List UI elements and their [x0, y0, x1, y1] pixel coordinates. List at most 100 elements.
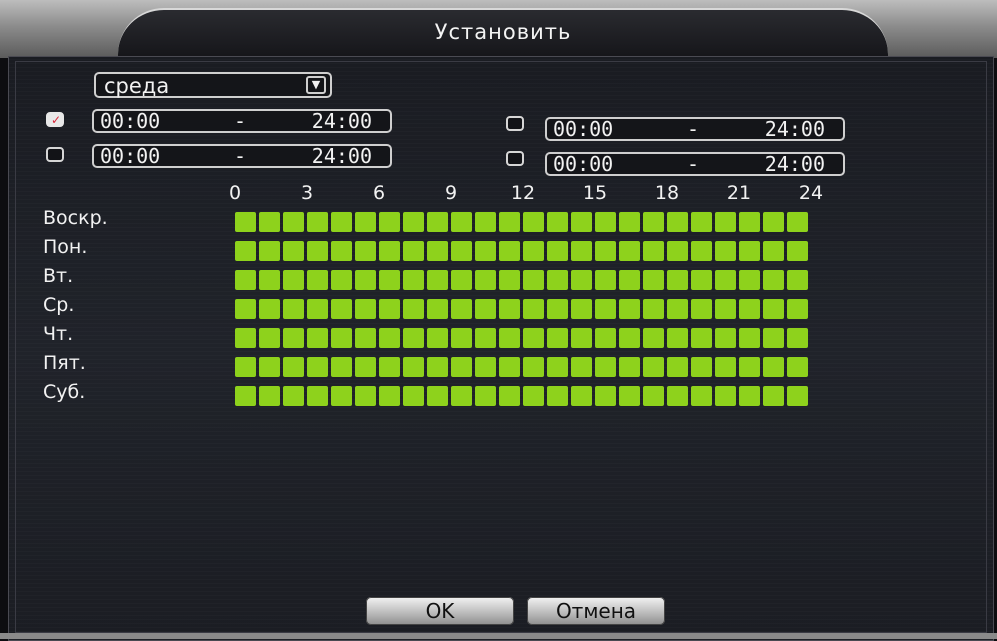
- schedule-slot[interactable]: [259, 357, 280, 377]
- schedule-slot[interactable]: [283, 212, 304, 232]
- schedule-slot[interactable]: [331, 270, 352, 290]
- schedule-slot[interactable]: [427, 386, 448, 406]
- day-select[interactable]: среда ▼: [94, 72, 332, 98]
- schedule-slot[interactable]: [451, 270, 472, 290]
- period-3-field[interactable]: 00:00 - 24:00: [545, 117, 845, 141]
- schedule-slot[interactable]: [667, 328, 688, 348]
- schedule-slot[interactable]: [643, 328, 664, 348]
- schedule-slot[interactable]: [523, 212, 544, 232]
- schedule-slot[interactable]: [307, 299, 328, 319]
- schedule-slot[interactable]: [619, 328, 640, 348]
- schedule-slot[interactable]: [787, 299, 808, 319]
- schedule-slot[interactable]: [571, 299, 592, 319]
- schedule-slot[interactable]: [475, 357, 496, 377]
- schedule-slot[interactable]: [235, 241, 256, 261]
- schedule-slot[interactable]: [331, 212, 352, 232]
- schedule-slot[interactable]: [499, 212, 520, 232]
- schedule-row[interactable]: [235, 328, 811, 348]
- schedule-slot[interactable]: [619, 270, 640, 290]
- schedule-slot[interactable]: [331, 386, 352, 406]
- period-4-field[interactable]: 00:00 - 24:00: [545, 152, 845, 176]
- schedule-slot[interactable]: [763, 212, 784, 232]
- schedule-slot[interactable]: [523, 386, 544, 406]
- schedule-slot[interactable]: [283, 328, 304, 348]
- schedule-slot[interactable]: [715, 212, 736, 232]
- schedule-slot[interactable]: [379, 270, 400, 290]
- schedule-slot[interactable]: [235, 386, 256, 406]
- schedule-slot[interactable]: [499, 299, 520, 319]
- schedule-slot[interactable]: [643, 270, 664, 290]
- schedule-slot[interactable]: [427, 299, 448, 319]
- schedule-slot[interactable]: [547, 357, 568, 377]
- schedule-slot[interactable]: [259, 299, 280, 319]
- period-4-start[interactable]: 00:00: [553, 154, 613, 175]
- schedule-slot[interactable]: [235, 357, 256, 377]
- schedule-slot[interactable]: [619, 386, 640, 406]
- schedule-slot[interactable]: [307, 212, 328, 232]
- schedule-slot[interactable]: [427, 328, 448, 348]
- schedule-slot[interactable]: [691, 328, 712, 348]
- schedule-slot[interactable]: [523, 328, 544, 348]
- schedule-slot[interactable]: [355, 299, 376, 319]
- schedule-slot[interactable]: [499, 270, 520, 290]
- period-2-start[interactable]: 00:00: [100, 146, 160, 167]
- schedule-row[interactable]: [235, 299, 811, 319]
- schedule-slot[interactable]: [643, 212, 664, 232]
- schedule-slot[interactable]: [475, 241, 496, 261]
- schedule-slot[interactable]: [451, 299, 472, 319]
- schedule-slot[interactable]: [739, 241, 760, 261]
- schedule-slot[interactable]: [787, 212, 808, 232]
- schedule-slot[interactable]: [763, 386, 784, 406]
- schedule-slot[interactable]: [643, 299, 664, 319]
- schedule-slot[interactable]: [763, 270, 784, 290]
- schedule-slot[interactable]: [307, 241, 328, 261]
- schedule-slot[interactable]: [787, 270, 808, 290]
- schedule-slot[interactable]: [451, 386, 472, 406]
- schedule-slot[interactable]: [451, 357, 472, 377]
- schedule-slot[interactable]: [403, 328, 424, 348]
- schedule-slot[interactable]: [667, 270, 688, 290]
- schedule-slot[interactable]: [523, 270, 544, 290]
- schedule-slot[interactable]: [595, 299, 616, 319]
- schedule-slot[interactable]: [739, 357, 760, 377]
- schedule-slot[interactable]: [259, 270, 280, 290]
- schedule-row[interactable]: [235, 386, 811, 406]
- ok-button[interactable]: OK: [366, 597, 514, 625]
- schedule-slot[interactable]: [787, 386, 808, 406]
- schedule-slot[interactable]: [715, 299, 736, 319]
- schedule-slot[interactable]: [547, 328, 568, 348]
- schedule-slot[interactable]: [379, 357, 400, 377]
- schedule-slot[interactable]: [787, 241, 808, 261]
- period-2-checkbox[interactable]: [46, 147, 64, 162]
- schedule-slot[interactable]: [571, 212, 592, 232]
- schedule-slot[interactable]: [715, 270, 736, 290]
- schedule-slot[interactable]: [355, 212, 376, 232]
- schedule-slot[interactable]: [619, 212, 640, 232]
- schedule-slot[interactable]: [691, 299, 712, 319]
- schedule-slot[interactable]: [571, 270, 592, 290]
- schedule-slot[interactable]: [715, 357, 736, 377]
- schedule-slot[interactable]: [403, 299, 424, 319]
- schedule-slot[interactable]: [763, 299, 784, 319]
- schedule-slot[interactable]: [283, 270, 304, 290]
- schedule-slot[interactable]: [427, 357, 448, 377]
- schedule-slot[interactable]: [355, 386, 376, 406]
- schedule-slot[interactable]: [667, 212, 688, 232]
- period-3-end[interactable]: 24:00: [765, 119, 825, 140]
- schedule-slot[interactable]: [451, 328, 472, 348]
- schedule-slot[interactable]: [547, 241, 568, 261]
- schedule-slot[interactable]: [691, 241, 712, 261]
- schedule-row[interactable]: [235, 270, 811, 290]
- period-3-checkbox[interactable]: [506, 116, 524, 131]
- schedule-slot[interactable]: [379, 299, 400, 319]
- schedule-slot[interactable]: [619, 299, 640, 319]
- schedule-slot[interactable]: [427, 241, 448, 261]
- period-4-end[interactable]: 24:00: [765, 154, 825, 175]
- period-1-start[interactable]: 00:00: [100, 111, 160, 132]
- schedule-row[interactable]: [235, 212, 811, 232]
- schedule-slot[interactable]: [475, 386, 496, 406]
- schedule-slot[interactable]: [547, 212, 568, 232]
- schedule-slot[interactable]: [547, 299, 568, 319]
- schedule-slot[interactable]: [787, 357, 808, 377]
- schedule-slot[interactable]: [715, 328, 736, 348]
